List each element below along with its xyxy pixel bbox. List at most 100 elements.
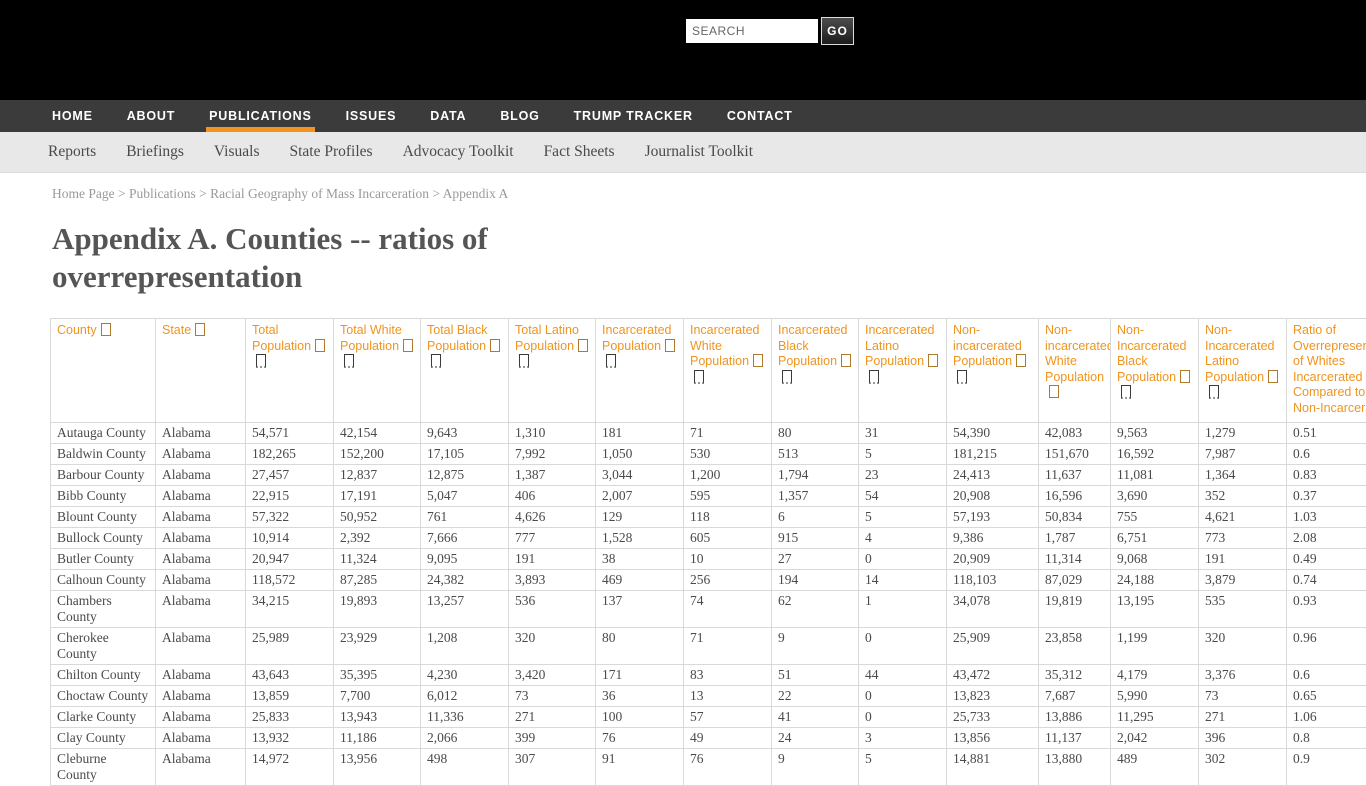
sort-icon[interactable] [606, 354, 616, 368]
column-header-incarcerated-population[interactable]: Incarcerated Population [596, 319, 684, 423]
sort-icon[interactable] [490, 339, 500, 352]
column-header-total-black-population[interactable]: Total Black Population [421, 319, 509, 423]
column-header-incarcerated-latino-population[interactable]: Incarcerated Latino Population [859, 319, 947, 423]
sort-icon[interactable] [782, 370, 792, 384]
column-header-total-white-population[interactable]: Total White Population [334, 319, 421, 423]
table-cell: 14 [859, 570, 947, 591]
sort-icon[interactable] [1268, 370, 1278, 383]
search-input[interactable] [686, 19, 818, 43]
subnav-item-visuals[interactable]: Visuals [214, 143, 260, 161]
column-header-non-incarcerated-white-population[interactable]: Non-incarcerated White Population [1039, 319, 1111, 423]
sort-icon[interactable] [753, 354, 763, 367]
table-cell: 182,265 [246, 444, 334, 465]
table-cell: 0.37 [1287, 486, 1366, 507]
table-cell: Barbour County [51, 465, 156, 486]
subnav-item-journalist-toolkit[interactable]: Journalist Toolkit [645, 143, 753, 161]
sort-icon[interactable] [957, 370, 967, 384]
column-header-incarcerated-black-population[interactable]: Incarcerated Black Population [772, 319, 859, 423]
nav-item-issues[interactable]: ISSUES [346, 109, 397, 123]
table-cell: 25,909 [947, 628, 1039, 665]
sort-icon[interactable] [256, 354, 266, 368]
column-header-state[interactable]: State [156, 319, 246, 423]
table-cell: Autauga County [51, 423, 156, 444]
sort-icon[interactable] [431, 354, 441, 368]
table-cell: 42,083 [1039, 423, 1111, 444]
column-header-ratio-of-overrepresentation-of-whites-in[interactable]: Ratio of Overrepresentation of Whites In… [1287, 319, 1366, 423]
sort-icon[interactable] [1049, 385, 1059, 398]
sort-icon[interactable] [1016, 354, 1026, 367]
nav-item-blog[interactable]: BLOG [500, 109, 539, 123]
sort-icon[interactable] [195, 323, 205, 336]
table-cell: 11,186 [334, 728, 421, 749]
table-cell: 3,690 [1111, 486, 1199, 507]
sort-icon[interactable] [841, 354, 851, 367]
breadcrumb-link-publications[interactable]: Publications [129, 186, 196, 201]
table-cell: 87,285 [334, 570, 421, 591]
sort-icon[interactable] [315, 339, 325, 352]
sort-icon[interactable] [1209, 385, 1219, 399]
table-cell: 43,643 [246, 665, 334, 686]
sort-icon[interactable] [869, 370, 879, 384]
sort-icon[interactable] [694, 370, 704, 384]
table-row: Calhoun CountyAlabama118,57287,28524,382… [51, 570, 1366, 591]
table-cell: 5,047 [421, 486, 509, 507]
table-cell: 9,643 [421, 423, 509, 444]
search-go-button[interactable]: GO [821, 17, 854, 45]
table-cell: 9 [772, 749, 859, 786]
sort-icon[interactable] [578, 339, 588, 352]
subnav-item-briefings[interactable]: Briefings [126, 143, 184, 161]
subnav-item-state-profiles[interactable]: State Profiles [289, 143, 372, 161]
table-cell: 57,193 [947, 507, 1039, 528]
table-row: Cherokee CountyAlabama25,98923,9291,2083… [51, 628, 1366, 665]
column-header-county[interactable]: County [51, 319, 156, 423]
sort-icon[interactable] [519, 354, 529, 368]
sort-icon[interactable] [928, 354, 938, 367]
column-header-incarcerated-white-population[interactable]: Incarcerated White Population [684, 319, 772, 423]
sort-icon[interactable] [1121, 385, 1131, 399]
column-header-non-incarcerated-latino-population[interactable]: Non-Incarcerated Latino Population [1199, 319, 1287, 423]
table-cell: 9,563 [1111, 423, 1199, 444]
column-header-total-population[interactable]: Total Population [246, 319, 334, 423]
table-cell: 2,066 [421, 728, 509, 749]
page-title: Appendix A. Counties -- ratios of overre… [52, 220, 672, 296]
column-header-non-incarcerated-black-population[interactable]: Non-Incarcerated Black Population [1111, 319, 1199, 423]
subnav-item-advocacy-toolkit[interactable]: Advocacy Toolkit [403, 143, 514, 161]
table-cell: 13,932 [246, 728, 334, 749]
table-cell: 0 [859, 686, 947, 707]
nav-item-data[interactable]: DATA [430, 109, 466, 123]
sort-icon[interactable] [403, 339, 413, 352]
table-cell: 0.93 [1287, 591, 1366, 628]
nav-item-publications[interactable]: PUBLICATIONS [209, 109, 311, 123]
sort-icon[interactable] [1180, 370, 1190, 383]
table-cell: Alabama [156, 507, 246, 528]
table-row: Clay CountyAlabama13,93211,1862,06639976… [51, 728, 1366, 749]
column-label: Incarcerated White Population [690, 323, 759, 368]
nav-item-trump-tracker[interactable]: TRUMP TRACKER [574, 109, 693, 123]
column-header-total-latino-population[interactable]: Total Latino Population [509, 319, 596, 423]
table-cell: Clarke County [51, 707, 156, 728]
breadcrumb-link-home-page[interactable]: Home Page [52, 186, 115, 201]
subnav-item-reports[interactable]: Reports [48, 143, 96, 161]
table-cell: 49 [684, 728, 772, 749]
nav-item-home[interactable]: HOME [52, 109, 93, 123]
table-cell: 1.06 [1287, 707, 1366, 728]
table-row: Butler CountyAlabama20,94711,3249,095191… [51, 549, 1366, 570]
appendix-table-container: CountyStateTotal Population Total White P… [50, 318, 1366, 786]
table-cell: Alabama [156, 486, 246, 507]
sort-icon[interactable] [665, 339, 675, 352]
subnav-item-fact-sheets[interactable]: Fact Sheets [544, 143, 615, 161]
table-cell: 535 [1199, 591, 1287, 628]
nav-item-contact[interactable]: CONTACT [727, 109, 793, 123]
column-header-non-incarcerated-population[interactable]: Non-incarcerated Population [947, 319, 1039, 423]
table-cell: 271 [1199, 707, 1287, 728]
table-cell: 1,199 [1111, 628, 1199, 665]
table-cell: 118 [684, 507, 772, 528]
sort-icon[interactable] [101, 323, 111, 336]
breadcrumb-link-racial-geography-of-mass-incarceration[interactable]: Racial Geography of Mass Incarceration [210, 186, 429, 201]
table-cell: 536 [509, 591, 596, 628]
column-label: Total Population [252, 323, 311, 353]
sort-icon[interactable] [344, 354, 354, 368]
table-cell: Blount County [51, 507, 156, 528]
nav-item-about[interactable]: ABOUT [127, 109, 175, 123]
table-cell: 42,154 [334, 423, 421, 444]
